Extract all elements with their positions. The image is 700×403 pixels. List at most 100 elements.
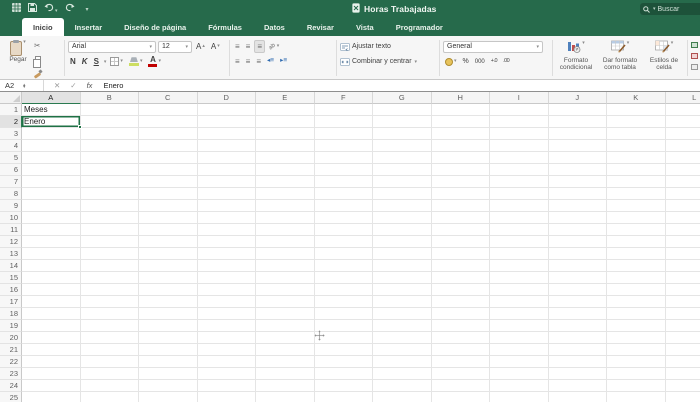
cell-B6[interactable] <box>80 164 139 176</box>
cell-D21[interactable] <box>197 344 256 356</box>
cell-C17[interactable] <box>139 296 198 308</box>
cell-J10[interactable] <box>548 212 607 224</box>
cell-L1[interactable] <box>665 104 700 116</box>
percent-format-button[interactable]: % <box>461 55 471 68</box>
format-cells-button[interactable]: Formato <box>691 62 700 72</box>
cell-E16[interactable] <box>256 284 315 296</box>
cell-H13[interactable] <box>431 248 490 260</box>
cell-L2[interactable] <box>665 116 700 128</box>
cell-G16[interactable] <box>373 284 432 296</box>
save-icon[interactable] <box>28 3 37 15</box>
column-header-G[interactable]: G <box>373 92 432 104</box>
redo-icon[interactable] <box>65 3 75 15</box>
cell-I22[interactable] <box>490 356 549 368</box>
cell-B18[interactable] <box>80 308 139 320</box>
cell-H11[interactable] <box>431 224 490 236</box>
cell-G17[interactable] <box>373 296 432 308</box>
cell-D23[interactable] <box>197 368 256 380</box>
cell-C8[interactable] <box>139 188 198 200</box>
cell-D12[interactable] <box>197 236 256 248</box>
cell-G24[interactable] <box>373 380 432 392</box>
cell-C23[interactable] <box>139 368 198 380</box>
cell-J4[interactable] <box>548 140 607 152</box>
cell-F22[interactable] <box>314 356 373 368</box>
cell-G14[interactable] <box>373 260 432 272</box>
column-header-F[interactable]: F <box>314 92 373 104</box>
cell-I8[interactable] <box>490 188 549 200</box>
cell-B16[interactable] <box>80 284 139 296</box>
cell-A10[interactable] <box>22 212 81 224</box>
cell-C19[interactable] <box>139 320 198 332</box>
cell-H19[interactable] <box>431 320 490 332</box>
row-header-1[interactable]: 1 <box>0 104 22 116</box>
cell-H23[interactable] <box>431 368 490 380</box>
cell-K22[interactable] <box>607 356 666 368</box>
italic-button[interactable]: K <box>80 55 90 68</box>
cell-J20[interactable] <box>548 332 607 344</box>
cell-H9[interactable] <box>431 200 490 212</box>
cell-I21[interactable] <box>490 344 549 356</box>
increase-font-button[interactable]: A ▴ <box>194 40 207 53</box>
cell-A2[interactable]: Enero <box>22 116 82 129</box>
cell-E24[interactable] <box>256 380 315 392</box>
cell-D1[interactable] <box>197 104 256 116</box>
cell-G21[interactable] <box>373 344 432 356</box>
align-center-button[interactable]: ≡ <box>244 55 253 68</box>
cell-A15[interactable] <box>22 272 81 284</box>
undo-dropdown-icon[interactable]: ▾ <box>55 8 58 14</box>
decrease-indent-button[interactable]: ◂≡ <box>265 55 276 68</box>
row-header-18[interactable]: 18 <box>0 308 22 320</box>
cell-styles-button[interactable]: ▾ Estilos de celda <box>644 40 684 79</box>
cell-C2[interactable] <box>139 116 198 128</box>
cell-I11[interactable] <box>490 224 549 236</box>
column-header-B[interactable]: B <box>80 92 139 104</box>
conditional-formatting-button[interactable]: ≠ ▾ Formato condicional <box>556 40 596 79</box>
cell-H1[interactable] <box>431 104 490 116</box>
cell-J9[interactable] <box>548 200 607 212</box>
cell-C18[interactable] <box>139 308 198 320</box>
row-header-17[interactable]: 17 <box>0 296 22 308</box>
cell-K13[interactable] <box>607 248 666 260</box>
cell-J16[interactable] <box>548 284 607 296</box>
cell-L25[interactable] <box>665 392 700 402</box>
cell-G10[interactable] <box>373 212 432 224</box>
delete-cells-button[interactable]: Eliminar <box>691 51 700 61</box>
cell-L5[interactable] <box>665 152 700 164</box>
cell-F17[interactable] <box>314 296 373 308</box>
cell-A9[interactable] <box>22 200 81 212</box>
cell-A8[interactable] <box>22 188 81 200</box>
cell-A16[interactable] <box>22 284 81 296</box>
cell-C15[interactable] <box>139 272 198 284</box>
undo-icon[interactable]: ▾ <box>44 3 58 15</box>
cell-L16[interactable] <box>665 284 700 296</box>
cell-I19[interactable] <box>490 320 549 332</box>
cell-G18[interactable] <box>373 308 432 320</box>
cell-G3[interactable] <box>373 128 432 140</box>
row-header-13[interactable]: 13 <box>0 248 22 260</box>
cell-A6[interactable] <box>22 164 81 176</box>
cell-D20[interactable] <box>197 332 256 344</box>
cell-G19[interactable] <box>373 320 432 332</box>
cell-L22[interactable] <box>665 356 700 368</box>
cell-A11[interactable] <box>22 224 81 236</box>
tab-inicio[interactable]: Inicio <box>22 18 64 36</box>
cell-B11[interactable] <box>80 224 139 236</box>
cell-J5[interactable] <box>548 152 607 164</box>
cell-H15[interactable] <box>431 272 490 284</box>
cell-K12[interactable] <box>607 236 666 248</box>
cell-G2[interactable] <box>373 116 432 128</box>
cell-E18[interactable] <box>256 308 315 320</box>
cell-H14[interactable] <box>431 260 490 272</box>
cell-C16[interactable] <box>139 284 198 296</box>
cell-K6[interactable] <box>607 164 666 176</box>
tab-programador[interactable]: Programador <box>385 18 454 36</box>
cell-I9[interactable] <box>490 200 549 212</box>
cell-B4[interactable] <box>80 140 139 152</box>
column-header-C[interactable]: C <box>139 92 198 104</box>
cell-A21[interactable] <box>22 344 81 356</box>
insert-cells-button[interactable]: Insertar <box>691 40 700 50</box>
format-as-table-button[interactable]: ▾ Dar formato como tabla <box>600 40 640 79</box>
cell-K17[interactable] <box>607 296 666 308</box>
cell-H8[interactable] <box>431 188 490 200</box>
cell-I14[interactable] <box>490 260 549 272</box>
